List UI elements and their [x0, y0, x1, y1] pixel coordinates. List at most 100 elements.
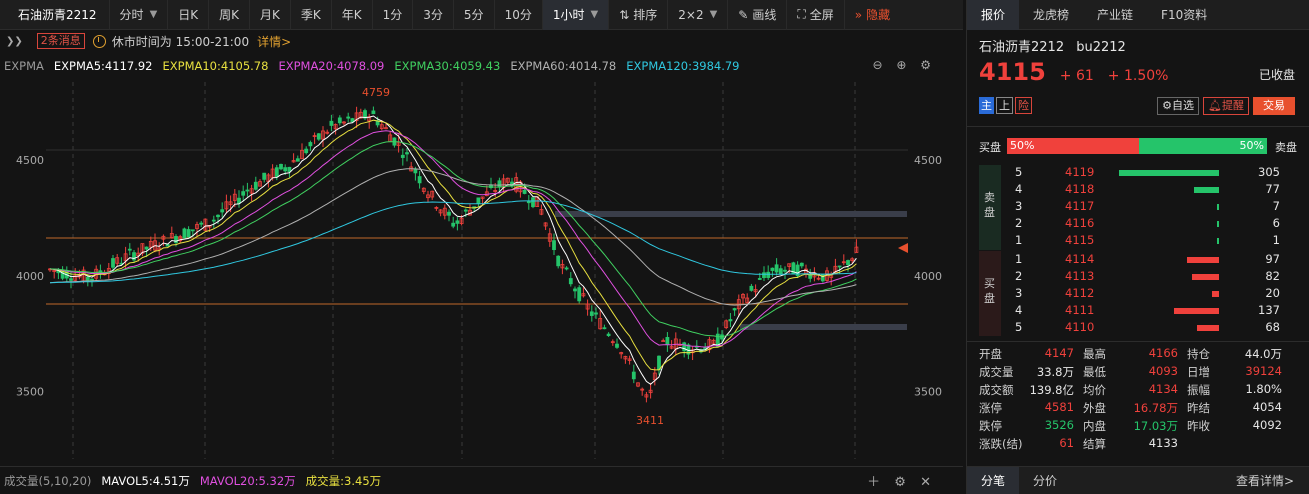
period-timeshare-label: 分时	[119, 8, 144, 22]
sort-label: 排序	[633, 8, 658, 22]
view-details-link[interactable]: 查看详情>	[1236, 472, 1294, 489]
sort-button[interactable]: ⇅ 排序	[609, 0, 669, 30]
draw-line-button[interactable]: ✎ 画线	[728, 0, 788, 30]
candle-body	[757, 278, 762, 280]
stat-value: 44.0万	[1244, 347, 1282, 361]
period-3min[interactable]: 3分	[413, 0, 454, 30]
candle-body	[186, 229, 191, 238]
price: 4119	[1065, 165, 1095, 179]
expma20-value: EXPMA20:4078.09	[278, 59, 385, 73]
volume: 7	[1272, 199, 1280, 213]
double-arrow-right-icon: »	[854, 7, 863, 22]
trade-button[interactable]: 交易	[1253, 97, 1295, 115]
candle-body	[283, 167, 288, 172]
bid-row[interactable]: 4 4111 137	[967, 303, 1309, 320]
bid-row[interactable]: 2 4113 82	[967, 269, 1309, 286]
stat-value: 4054	[1252, 400, 1282, 414]
tab-dragon-tiger[interactable]: 龙虎榜	[1019, 0, 1083, 30]
resistance-band	[555, 211, 907, 217]
kline-svg[interactable]: 4500 4500 4000 4000 3500 3500 4759 3411	[0, 74, 963, 462]
candle-body	[165, 243, 170, 247]
ask-row[interactable]: 2 4116 6	[967, 216, 1309, 233]
tab-f10[interactable]: F10资料	[1147, 0, 1221, 30]
ask-row[interactable]: 3 4117 7	[967, 199, 1309, 216]
fullscreen-button[interactable]: ⛶ 全屏	[787, 0, 845, 30]
candle-body	[463, 209, 468, 212]
volume: 77	[1265, 182, 1280, 196]
volume-bar	[1217, 238, 1219, 244]
settings-icon[interactable]: ⚙	[920, 58, 931, 72]
alert-button[interactable]: 🔔︎提醒	[1203, 97, 1249, 115]
candle-body	[602, 327, 607, 330]
action-buttons: ⚙自选 🔔︎提醒 交易	[1157, 97, 1295, 115]
candle-body	[199, 222, 204, 225]
zoom-in-icon[interactable]: ⊕	[896, 58, 906, 72]
zoom-out-icon[interactable]: ⊖	[872, 58, 882, 72]
tab-quote[interactable]: 报价	[967, 0, 1020, 30]
period-month[interactable]: 月K	[250, 0, 291, 30]
stat-label: 昨结	[1187, 401, 1210, 415]
stat-value: 61	[1059, 436, 1074, 450]
price: 4111	[1065, 303, 1095, 317]
add-indicator-icon[interactable]: ＋	[867, 475, 880, 490]
period-week[interactable]: 周K	[209, 0, 251, 30]
expma-label[interactable]: EXPMA	[4, 59, 44, 73]
candle-body	[337, 117, 342, 124]
tag-row: 主 上 险	[979, 97, 1032, 114]
ask-row[interactable]: 1 4115 1	[967, 233, 1309, 250]
period-1hour[interactable]: 1小时 ▼	[542, 0, 610, 30]
candle-body	[127, 248, 132, 251]
volume-bar	[1194, 187, 1219, 193]
news-badge[interactable]: 2条消息	[36, 33, 85, 49]
stat-label: 均价	[1083, 383, 1106, 397]
gear-icon: ⚙	[1162, 99, 1173, 112]
ask-row[interactable]: 4 4118 77	[967, 182, 1309, 199]
watchlist-button[interactable]: ⚙自选	[1157, 97, 1200, 115]
volume-legend: 成交量(5,10,20) MAVOL5:4.51万 MAVOL20:5.32万 …	[0, 466, 963, 494]
chevron-down-icon: ▼	[590, 9, 599, 20]
tab-ticks[interactable]: 分笔	[967, 466, 1020, 494]
price: 4112	[1065, 286, 1095, 300]
tab-industry-chain[interactable]: 产业链	[1083, 0, 1147, 30]
volume-value: 成交量:3.45万	[305, 473, 382, 488]
candle-body	[253, 181, 258, 190]
volume-label[interactable]: 成交量(5,10,20)	[4, 473, 91, 489]
period-timeshare[interactable]: 分时 ▼	[110, 0, 169, 30]
kline-chart[interactable]: 4500 4500 4000 4000 3500 3500 4759 3411	[0, 74, 963, 462]
stat-label: 日增	[1187, 365, 1210, 379]
instrument-title[interactable]: 石油沥青2212	[0, 0, 110, 30]
candle-body	[241, 191, 246, 196]
tab-price-dist[interactable]: 分价	[1019, 467, 1071, 494]
volume-bar	[1212, 291, 1219, 297]
settings-icon[interactable]: ⚙	[894, 475, 906, 490]
stat-label: 涨跌(结)	[979, 437, 1023, 451]
period-1min[interactable]: 1分	[373, 0, 414, 30]
low-price-label: 3411	[636, 414, 664, 427]
ask-row[interactable]: 5 4119 305	[967, 165, 1309, 182]
layout-button[interactable]: 2×2 ▼	[668, 0, 729, 30]
collapse-chevron-icon[interactable]: ❯❯	[6, 36, 23, 47]
volume: 82	[1265, 269, 1280, 283]
bid-row[interactable]: 1 4114 97	[967, 252, 1309, 269]
price: 4114	[1065, 252, 1095, 266]
level: 3	[1015, 286, 1023, 300]
candle-body	[182, 228, 187, 239]
period-quarter[interactable]: 季K	[291, 0, 332, 30]
period-10min[interactable]: 10分	[495, 0, 543, 30]
period-day[interactable]: 日K	[168, 0, 210, 30]
candle-body	[556, 255, 561, 267]
stat-value: 33.8万	[1036, 365, 1074, 379]
price-change: + 61	[1059, 68, 1094, 84]
period-5min[interactable]: 5分	[454, 0, 495, 30]
detail-link[interactable]: 详情>	[257, 33, 291, 50]
sell-ratio-bar: 50%	[1139, 138, 1267, 154]
close-icon[interactable]: ✕	[920, 475, 931, 490]
bell-icon: 🔔︎	[1208, 99, 1222, 112]
bid-row[interactable]: 5 4110 68	[967, 320, 1309, 337]
candle-body	[732, 308, 737, 311]
bid-row[interactable]: 3 4112 20	[967, 286, 1309, 303]
hide-panel-button[interactable]: » 隐藏	[845, 0, 900, 30]
candle-body	[665, 337, 670, 345]
candle-body	[594, 312, 598, 315]
period-year[interactable]: 年K	[332, 0, 373, 30]
